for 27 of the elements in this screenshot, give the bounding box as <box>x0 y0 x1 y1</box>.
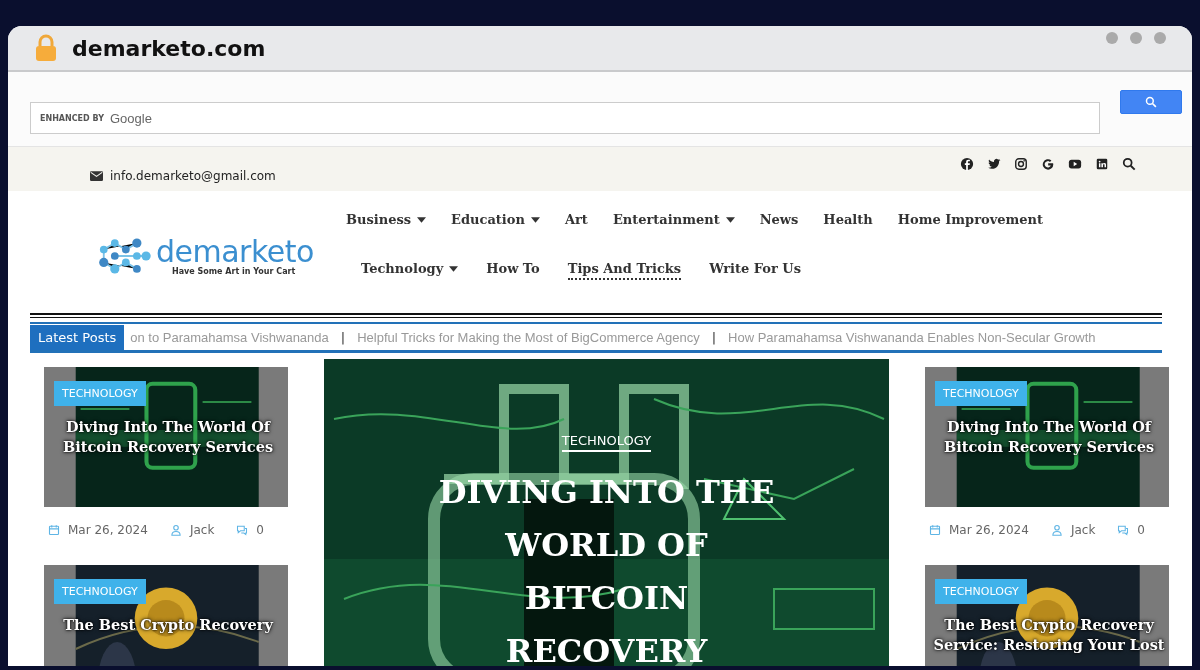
ticker-label: Latest Posts <box>30 324 125 350</box>
nav-link[interactable]: Health <box>823 212 873 231</box>
nav-link[interactable]: News <box>759 212 799 231</box>
email-link[interactable]: info.demarketo@gmail.com <box>110 169 276 183</box>
nav-link[interactable]: Education <box>451 212 540 231</box>
author-link[interactable]: Jack <box>189 523 215 537</box>
post-date: Mar 26, 2024 <box>68 523 148 537</box>
nav-link[interactable]: Business <box>346 212 427 231</box>
logo-tagline: Have Some Art in Your Cart <box>172 266 297 276</box>
post-date: Mar 26, 2024 <box>949 523 1029 537</box>
nav-link[interactable]: Home Improvement <box>897 212 1043 231</box>
comment-count: 0 <box>1137 523 1145 537</box>
nav-link[interactable]: Tips And Tricks <box>567 261 682 280</box>
comment-count: 0 <box>256 523 264 537</box>
featured-title[interactable]: DIVING INTO THE WORLD OF BITCOIN RECOVERY <box>426 466 787 666</box>
nav-link[interactable]: Art <box>564 212 588 231</box>
separator: | <box>340 329 346 345</box>
separator: | <box>711 329 717 345</box>
nav-link[interactable]: How To <box>486 261 540 280</box>
address-text[interactable]: demarketo.com <box>72 35 266 61</box>
nav-link[interactable]: Write For Us <box>709 261 802 280</box>
search-field[interactable]: ENHANCED BY Google <box>30 102 1100 134</box>
nav-link[interactable]: Technology <box>361 261 459 280</box>
category-link[interactable]: TECHNOLOGY <box>561 433 652 452</box>
post-title[interactable]: The Best Crypto Recovery <box>52 615 284 635</box>
author-link[interactable]: Jack <box>1070 523 1096 537</box>
nav-link[interactable]: Entertainment <box>612 212 735 231</box>
